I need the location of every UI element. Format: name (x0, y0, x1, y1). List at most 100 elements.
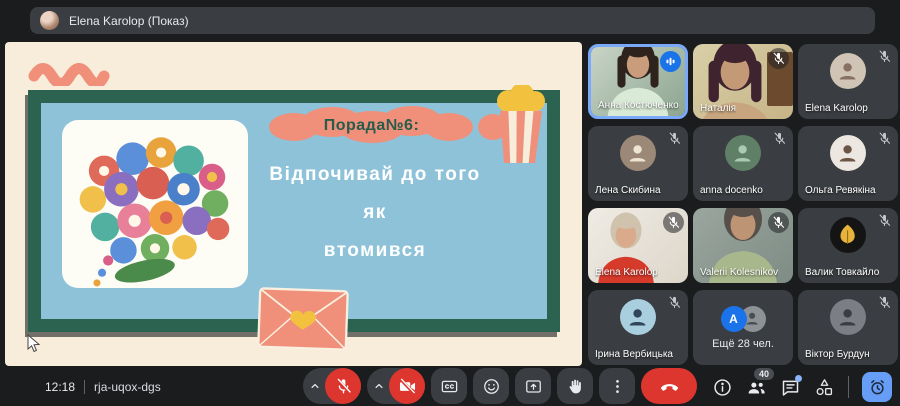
info-icon (712, 377, 733, 398)
participant-tile[interactable]: A Ещё 28 чел. (693, 290, 793, 365)
timer-button[interactable] (862, 372, 892, 402)
participant-name: Анна Костюченко (598, 100, 679, 111)
participant-avatar (830, 135, 866, 171)
squiggle-decoration (28, 56, 110, 86)
person-silhouette-icon (835, 140, 860, 165)
person-silhouette-icon (730, 140, 755, 165)
camera-options-chevron[interactable] (369, 368, 389, 404)
camera-control (367, 368, 425, 404)
muted-mic-indicator (768, 212, 789, 233)
divider (848, 376, 849, 398)
captions-button[interactable] (431, 368, 467, 404)
popcorn-icon (492, 85, 550, 165)
overflow-participants: A Ещё 28 чел. (693, 290, 793, 365)
participant-tile[interactable]: Elena Karolop (798, 44, 898, 119)
muted-mic-indicator (877, 295, 892, 310)
participant-name: Віктор Бурдун (805, 349, 870, 360)
camera-off-button[interactable] (389, 368, 425, 404)
microphone-control (303, 368, 361, 404)
chat-button[interactable] (780, 377, 801, 398)
person-silhouette-icon (835, 58, 860, 83)
person-silhouette-icon (835, 304, 860, 329)
mic-off-icon (877, 131, 892, 146)
participant-tile[interactable]: Ірина Вербицька (588, 290, 688, 365)
participant-tile[interactable]: Ольга Ревякіна (798, 126, 898, 201)
toolbar-meeting-info: 12:18 rja-uqox-dgs (45, 368, 161, 406)
mic-options-chevron[interactable] (305, 368, 325, 404)
tip-title-cloud: Порада№6: (268, 106, 475, 146)
muted-mic-indicator (772, 131, 787, 146)
info-button[interactable] (712, 377, 733, 398)
present-button[interactable] (515, 368, 551, 404)
participant-tile[interactable]: Лена Скибина (588, 126, 688, 201)
participant-name: anna docenko (700, 185, 763, 196)
presenter-bar: Elena Karolop (Показ) (30, 7, 875, 34)
people-icon (746, 377, 767, 398)
activities-icon (814, 377, 835, 398)
mouse-cursor (27, 334, 40, 353)
chevron-up-icon (372, 379, 386, 393)
participant-avatar (725, 135, 761, 171)
participant-name: Лена Скибина (595, 185, 661, 196)
speaking-indicator (660, 51, 681, 72)
participant-name: Ірина Вербицька (595, 349, 673, 360)
participant-tile[interactable]: Віктор Бурдун (798, 290, 898, 365)
chevron-up-icon (308, 379, 322, 393)
mic-off-icon (877, 295, 892, 310)
mic-off-icon (667, 295, 682, 310)
mic-off-icon (877, 49, 892, 64)
participant-name: Elena Karolop (595, 267, 658, 278)
divider (84, 380, 85, 394)
person-silhouette-icon (625, 140, 650, 165)
participant-name: Valerii Kolesnikov (700, 267, 778, 278)
hand-icon (566, 377, 585, 396)
mic-off-icon (771, 51, 786, 66)
participant-name: Elena Karolop (805, 103, 868, 114)
participant-tile[interactable]: Valerii Kolesnikov (693, 208, 793, 283)
person-silhouette-icon (625, 304, 650, 329)
activities-button[interactable] (814, 377, 835, 398)
mic-off-icon (771, 215, 786, 230)
participant-tile[interactable]: Elena Karolop (588, 208, 688, 283)
letter-avatar: A (721, 306, 747, 332)
muted-mic-indicator (877, 131, 892, 146)
participant-tile[interactable]: Валик Товкайло (798, 208, 898, 283)
speaking-indicator-icon (663, 54, 678, 69)
participant-tile[interactable]: Анна Костюченко (588, 44, 688, 119)
presenter-avatar (40, 11, 59, 30)
participant-avatar (830, 53, 866, 89)
muted-mic-indicator (667, 131, 682, 146)
three-dots-icon (608, 377, 627, 396)
shared-screen-presentation[interactable]: Порада№6: Відпочивай до того як втомився (5, 42, 582, 366)
slide-line-1: Відпочивай до того як (255, 156, 495, 232)
envelope-icon (256, 286, 350, 351)
reactions-button[interactable] (473, 368, 509, 404)
leaf-icon (835, 222, 860, 247)
participant-avatar (830, 299, 866, 335)
alarm-clock-icon (868, 378, 887, 397)
end-call-button[interactable] (641, 368, 697, 404)
participant-tile[interactable]: Наталія (693, 44, 793, 119)
smiley-icon (482, 377, 501, 396)
meeting-code: rja-uqox-dgs (94, 380, 161, 394)
videocam-off-icon (398, 377, 417, 396)
participant-name: Валик Товкайло (805, 267, 879, 278)
people-button[interactable]: 40 (746, 377, 767, 398)
mic-off-icon (667, 131, 682, 146)
participant-grid: Анна Костюченко Наталія Elena Karolop Лена … (588, 44, 898, 365)
overflow-count-label: Ещё 28 чел. (712, 338, 774, 350)
participant-tile[interactable]: anna docenko (693, 126, 793, 201)
raise-hand-button[interactable] (557, 368, 593, 404)
participant-name: Ольга Ревякіна (805, 185, 876, 196)
overflow-avatars: A (721, 306, 766, 332)
slide-line-2: втомився (255, 232, 495, 270)
call-end-icon (659, 376, 680, 397)
present-screen-icon (524, 377, 543, 396)
mic-off-icon (334, 377, 353, 396)
mute-button[interactable] (325, 368, 361, 404)
participant-avatar (620, 299, 656, 335)
more-options-button[interactable] (599, 368, 635, 404)
slide-body-text: Відпочивай до того як втомився (255, 156, 495, 270)
muted-mic-indicator (667, 295, 682, 310)
muted-mic-indicator (877, 49, 892, 64)
